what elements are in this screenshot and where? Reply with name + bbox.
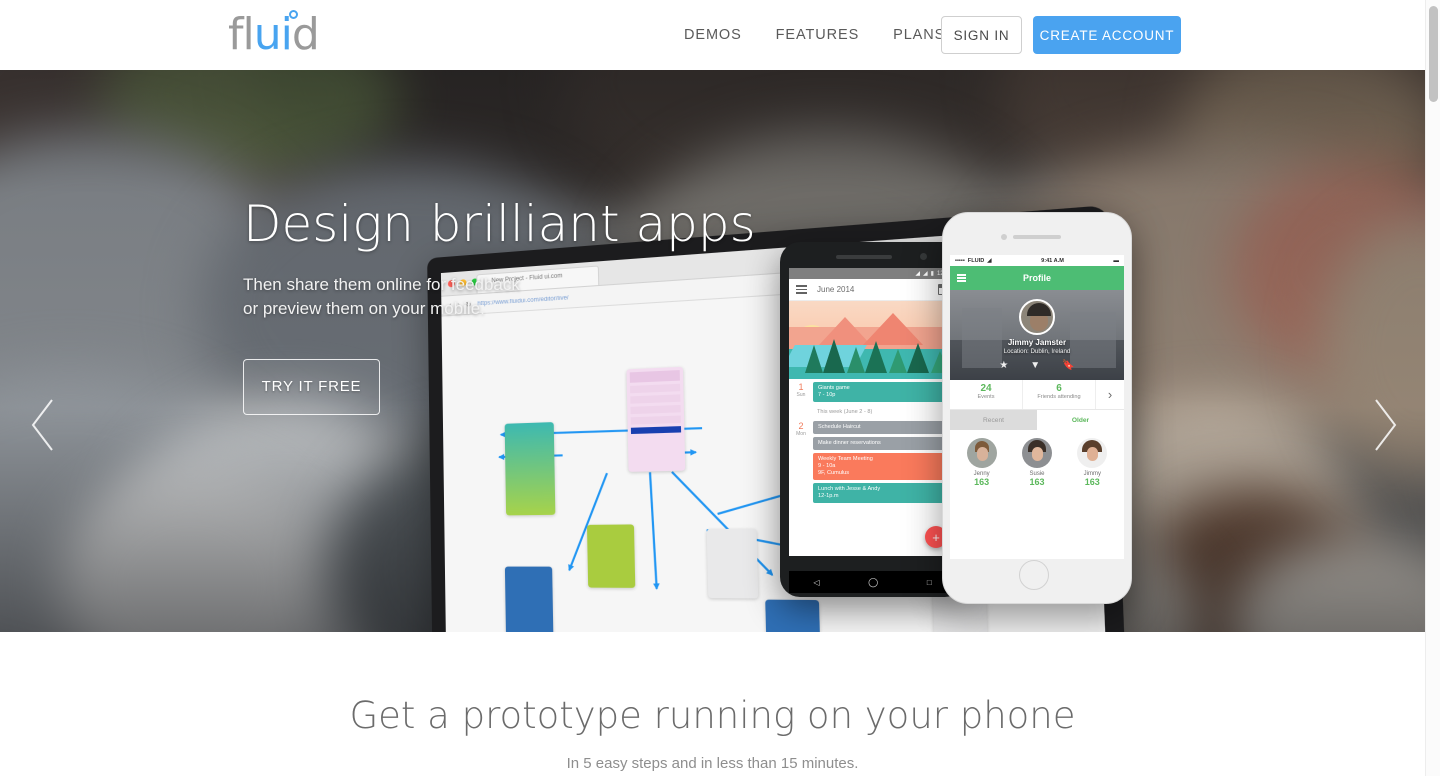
phone-camera	[920, 253, 927, 260]
battery-icon: ▬	[1113, 257, 1119, 264]
battery-icon: ▮	[930, 271, 934, 277]
android-nav-bar: ◁ ◯ □	[789, 571, 956, 593]
back-triangle-icon[interactable]: ◁	[813, 578, 819, 587]
day-name: Mon	[796, 431, 806, 437]
wifi-icon: ◢	[987, 257, 992, 264]
carousel-prev-arrow[interactable]	[26, 396, 60, 454]
profile-header: Jimmy Jamster Location: Dublin, Ireland …	[950, 290, 1124, 380]
user-name: Jimmy Jamster	[1007, 338, 1067, 347]
phone-speaker	[1013, 235, 1061, 239]
profile-stats: 24 Events 6 Friends attending ›	[950, 380, 1124, 410]
chevron-right-icon[interactable]: ›	[1096, 380, 1124, 409]
stat-value: 24	[980, 383, 992, 394]
nav-item-demos[interactable]: DEMOS	[684, 26, 742, 44]
iphone-screen: ••••• FLUID ◢ 9:41 A.M ▬ Profile Jimmy J…	[950, 255, 1124, 559]
nav-item-plans[interactable]: PLANS	[893, 26, 945, 44]
event-title: Make dinner reservations	[818, 440, 881, 446]
friends-list: Jenny 163 Susie 163 Jimmy 163	[950, 430, 1124, 487]
event-title: Weekly Team Meeting	[818, 456, 873, 462]
hero-carousel: New Project - Fluid ui.com ‹ › ↻ https:/…	[0, 70, 1425, 632]
calendar-day-row: 2 Mon Schedule Haircut Make dinner reser…	[789, 418, 956, 506]
hamburger-icon[interactable]	[957, 273, 966, 283]
scrollbar-thumb[interactable]	[1429, 6, 1438, 102]
day-number: 2	[798, 421, 804, 431]
logo-wordmark: fluid	[228, 10, 320, 57]
stat-events: 24 Events	[950, 380, 1023, 409]
home-button[interactable]	[1019, 560, 1049, 590]
nav-item-features[interactable]: FEATURES	[776, 26, 859, 44]
signal-icon: ◢	[923, 271, 928, 277]
logo-ring-icon	[289, 10, 298, 19]
event-title: Schedule Haircut	[818, 424, 861, 430]
phone-camera	[1001, 234, 1007, 240]
star-icon[interactable]: ★	[999, 360, 1008, 371]
recents-square-icon[interactable]: □	[927, 578, 932, 587]
prototype-section: Get a prototype running on your phone In…	[0, 632, 1425, 776]
hero-title: Design brilliant apps	[243, 195, 756, 253]
tab-recent[interactable]: Recent	[950, 410, 1037, 430]
tab-older[interactable]: Older	[1037, 410, 1124, 430]
vertical-scrollbar[interactable]	[1425, 0, 1440, 776]
section-subtitle: In 5 easy steps and in less than 15 minu…	[566, 755, 859, 772]
user-location: Location: Dublin, Ireland	[1003, 348, 1071, 355]
friend-count: 163	[1084, 477, 1100, 487]
hero-subtitle-line2: or preview them on your mobile.	[243, 298, 485, 318]
hero-content: Design brilliant apps Then share them on…	[243, 198, 863, 415]
logo-text-fl: fl	[228, 9, 255, 60]
page-root: fluid DEMOS FEATURES PLANS SIGN IN CREAT…	[0, 0, 1440, 776]
friend-item[interactable]: Jimmy 163	[1065, 438, 1120, 487]
ios-status-bar: ••••• FLUID ◢ 9:41 A.M ▬	[950, 255, 1124, 266]
create-account-button[interactable]: CREATE ACCOUNT	[1033, 16, 1181, 54]
calendar-event[interactable]: Lunch with Jesse & Andy 12-1p.m	[813, 483, 950, 503]
wifi-icon: ◢	[915, 271, 921, 277]
calendar-event[interactable]: Schedule Haircut	[813, 421, 950, 434]
avatar	[1077, 438, 1108, 468]
friend-item[interactable]: Susie 163	[1009, 438, 1064, 487]
calendar-event[interactable]: Make dinner reservations	[813, 437, 950, 450]
event-time: 9 - 10a	[818, 463, 836, 469]
screen-title: Profile	[1022, 273, 1051, 283]
event-subtitle: 9F, Cumulus	[818, 470, 850, 476]
avatar	[1021, 438, 1052, 468]
stat-value: 6	[1056, 383, 1062, 394]
signal-dots-icon: •••••	[955, 257, 965, 264]
home-circle-icon[interactable]: ◯	[868, 577, 878, 588]
friend-item[interactable]: Jenny 163	[954, 438, 1009, 487]
main-nav: DEMOS FEATURES PLANS	[684, 26, 945, 44]
ios-nav-bar: Profile	[950, 266, 1124, 290]
profile-tabs: Recent Older	[950, 410, 1124, 430]
event-title: Lunch with Jesse & Andy	[818, 486, 881, 492]
avatar	[1019, 299, 1055, 335]
avatar	[966, 438, 997, 468]
carrier-label: FLUID	[967, 257, 985, 264]
site-header: fluid DEMOS FEATURES PLANS SIGN IN CREAT…	[0, 0, 1425, 70]
section-title: Get a prototype running on your phone	[349, 694, 1076, 737]
stat-label: Friends attending	[1037, 394, 1081, 400]
fluid-logo[interactable]: fluid	[228, 10, 320, 57]
status-time: 9:41 A.M	[1041, 257, 1064, 264]
stat-friends-attending: 6 Friends attending	[1023, 380, 1096, 409]
carousel-next-arrow[interactable]	[1368, 396, 1402, 454]
bookmark-icon[interactable]: 🔖	[1062, 360, 1074, 371]
friend-count: 163	[1029, 477, 1045, 487]
hero-subtitle: Then share them online for feedback or p…	[243, 273, 863, 321]
calendar-event[interactable]: Weekly Team Meeting 9 - 10a 9F, Cumulus	[813, 453, 950, 480]
browser-viewport: fluid DEMOS FEATURES PLANS SIGN IN CREAT…	[0, 0, 1425, 776]
sign-in-button[interactable]: SIGN IN	[941, 16, 1022, 54]
iphone-mockup: ••••• FLUID ◢ 9:41 A.M ▬ Profile Jimmy J…	[942, 212, 1132, 604]
hero-subtitle-line1: Then share them online for feedback	[243, 274, 520, 294]
stat-label: Events	[977, 394, 995, 400]
try-it-free-button[interactable]: TRY IT FREE	[243, 358, 380, 415]
logo-text-u: u	[253, 9, 282, 60]
filter-icon[interactable]: ▼	[1030, 360, 1040, 371]
event-time: 12-1p.m	[818, 493, 839, 499]
friend-count: 163	[974, 477, 990, 487]
